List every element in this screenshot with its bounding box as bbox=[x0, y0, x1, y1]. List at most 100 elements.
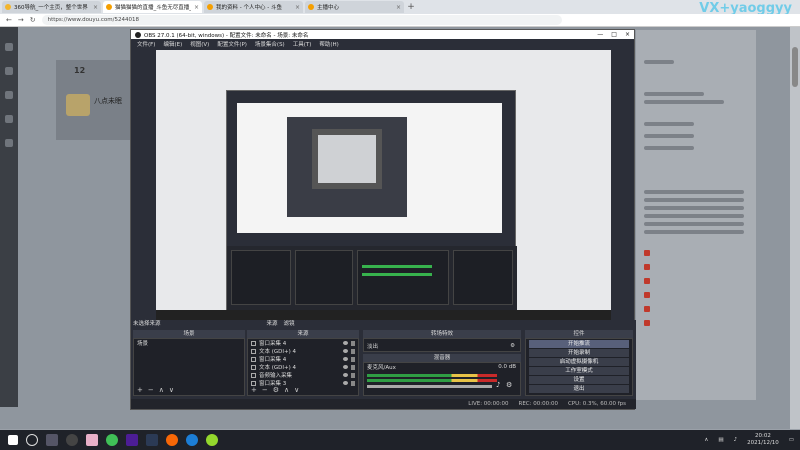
menu-scene-collection[interactable]: 场景集合(S) bbox=[255, 40, 285, 48]
eye-icon[interactable] bbox=[343, 341, 348, 345]
menu-edit[interactable]: 编辑(E) bbox=[163, 40, 182, 48]
clock[interactable]: 20:02 2021/12/10 bbox=[747, 433, 779, 447]
close-icon[interactable]: × bbox=[93, 4, 98, 11]
nav-icon[interactable] bbox=[5, 139, 13, 147]
menu-file[interactable]: 文件(F) bbox=[137, 40, 155, 48]
edge-icon[interactable] bbox=[186, 434, 198, 446]
close-icon[interactable]: × bbox=[396, 4, 401, 11]
filters-tab[interactable]: 滤镜 bbox=[284, 320, 295, 329]
search-icon[interactable] bbox=[26, 434, 38, 446]
menu-help[interactable]: 帮助(H) bbox=[319, 40, 338, 48]
eye-icon[interactable] bbox=[343, 381, 348, 385]
source-item[interactable]: 窗口采集 4 bbox=[248, 355, 358, 363]
nested-meter bbox=[362, 273, 432, 276]
minimize-icon[interactable]: — bbox=[597, 31, 603, 38]
down-icon[interactable]: ∨ bbox=[169, 386, 174, 394]
menu-profile[interactable]: 配置文件(P) bbox=[217, 40, 247, 48]
close-icon[interactable]: × bbox=[295, 4, 300, 11]
eye-icon[interactable] bbox=[343, 357, 348, 361]
browser-tab-3[interactable]: 我的资料 - 个人中心 - 斗鱼 × bbox=[204, 1, 303, 13]
gear-icon[interactable]: ⚙ bbox=[273, 386, 279, 394]
nested-controls bbox=[453, 250, 513, 305]
scene-item[interactable]: 场景 bbox=[134, 339, 244, 347]
network-icon[interactable]: ▤ bbox=[718, 437, 723, 443]
obs-app-icon[interactable] bbox=[66, 434, 78, 446]
premiere-icon[interactable] bbox=[126, 434, 138, 446]
app-icon[interactable] bbox=[206, 434, 218, 446]
transition-select[interactable]: 淡出 ⚙ bbox=[364, 342, 520, 350]
gear-icon[interactable]: ⚙ bbox=[506, 381, 512, 389]
remove-icon[interactable]: − bbox=[262, 386, 268, 394]
volume-slider[interactable] bbox=[367, 385, 492, 388]
nav-icon[interactable] bbox=[5, 67, 13, 75]
browser-tab-1[interactable]: 360导航_一个主页，整个世界 × bbox=[2, 1, 101, 13]
scroll-thumb[interactable] bbox=[792, 47, 798, 87]
eye-icon[interactable] bbox=[343, 373, 348, 377]
lock-icon[interactable] bbox=[351, 356, 355, 362]
up-icon[interactable]: ∧ bbox=[284, 386, 289, 394]
taskview-icon[interactable] bbox=[46, 434, 58, 446]
source-item[interactable]: 文本 (GDI+) 4 bbox=[248, 363, 358, 371]
lock-icon[interactable] bbox=[351, 364, 355, 370]
forward-icon[interactable]: → bbox=[18, 16, 24, 24]
window-icon bbox=[251, 356, 256, 362]
up-icon[interactable]: ∧ bbox=[159, 386, 164, 394]
browser-tab-2[interactable]: 猫猫猫猫的直播_斗鱼无尽直播_ × bbox=[103, 1, 202, 13]
start-recording-button[interactable]: 开始录制 bbox=[529, 349, 629, 357]
menu-tools[interactable]: 工具(T) bbox=[293, 40, 312, 48]
down-icon[interactable]: ∨ bbox=[294, 386, 299, 394]
close-icon[interactable]: × bbox=[194, 4, 199, 11]
page-scrollbar[interactable] bbox=[790, 27, 800, 429]
firefox-icon[interactable] bbox=[166, 434, 178, 446]
tab-title: 我的资料 - 个人中心 - 斗鱼 bbox=[216, 5, 282, 11]
settings-button[interactable]: 设置 bbox=[529, 376, 629, 384]
eye-icon[interactable] bbox=[343, 365, 348, 369]
volume-icon[interactable]: ♪ bbox=[734, 437, 738, 443]
streamer-name[interactable]: 八点未眠 bbox=[94, 96, 122, 106]
lock-icon[interactable] bbox=[351, 340, 355, 346]
tab-title: 猫猫猫猫的直播_斗鱼无尽直播_ bbox=[115, 5, 191, 11]
remove-icon[interactable]: − bbox=[148, 386, 154, 394]
start-streaming-button[interactable]: 开始推流 bbox=[529, 340, 629, 348]
nav-icon[interactable] bbox=[5, 91, 13, 99]
speaker-icon[interactable]: ♪ bbox=[496, 381, 500, 389]
properties-tab[interactable]: 来源 bbox=[267, 320, 278, 329]
right-panel bbox=[636, 30, 756, 400]
nav-icon[interactable] bbox=[5, 115, 13, 123]
app-icon[interactable] bbox=[86, 434, 98, 446]
close-icon[interactable]: × bbox=[625, 31, 630, 38]
controls-panel: 开始推流 开始录制 启动虚拟摄像机 工作室模式 设置 退出 bbox=[525, 338, 633, 396]
add-icon[interactable]: + bbox=[137, 386, 143, 394]
url-input[interactable]: https://www.douyu.com/5244018 bbox=[41, 15, 562, 25]
notification-icon[interactable]: ▭ bbox=[789, 437, 794, 443]
source-label: 窗口采集 4 bbox=[259, 341, 287, 347]
source-item[interactable]: 窗口采集 4 bbox=[248, 339, 358, 347]
menu-view[interactable]: 视图(V) bbox=[190, 40, 209, 48]
recursive-capture bbox=[287, 117, 407, 217]
eye-icon[interactable] bbox=[343, 349, 348, 353]
source-item[interactable]: 音频输入采集 bbox=[248, 371, 358, 379]
live-status: LIVE: 00:00:00 bbox=[468, 401, 509, 407]
system-tray: ∧ ▤ ♪ 20:02 2021/12/10 ▭ bbox=[704, 433, 800, 447]
lock-icon[interactable] bbox=[351, 372, 355, 378]
lock-icon[interactable] bbox=[351, 348, 355, 354]
new-tab-button[interactable]: + bbox=[404, 2, 418, 12]
browser-icon[interactable] bbox=[106, 434, 118, 446]
gear-icon[interactable]: ⚙ bbox=[510, 343, 515, 349]
source-item[interactable]: 文本 (GDI+) 4 bbox=[248, 347, 358, 355]
maximize-icon[interactable]: □ bbox=[611, 31, 617, 38]
add-icon[interactable]: + bbox=[251, 386, 257, 394]
studio-mode-button[interactable]: 工作室模式 bbox=[529, 367, 629, 375]
lock-icon[interactable] bbox=[351, 380, 355, 386]
avatar[interactable] bbox=[66, 94, 90, 116]
tray-up-icon[interactable]: ∧ bbox=[704, 437, 708, 443]
exit-button[interactable]: 退出 bbox=[529, 385, 629, 393]
windows-start-icon[interactable] bbox=[8, 435, 18, 445]
virtual-camera-button[interactable]: 启动虚拟摄像机 bbox=[529, 358, 629, 366]
back-icon[interactable]: ← bbox=[6, 16, 12, 24]
steam-icon[interactable] bbox=[146, 434, 158, 446]
reload-icon[interactable]: ↻ bbox=[30, 16, 36, 24]
obs-preview[interactable] bbox=[156, 50, 611, 320]
nav-icon[interactable] bbox=[5, 43, 13, 51]
browser-tab-4[interactable]: 主播中心 × bbox=[305, 1, 404, 13]
